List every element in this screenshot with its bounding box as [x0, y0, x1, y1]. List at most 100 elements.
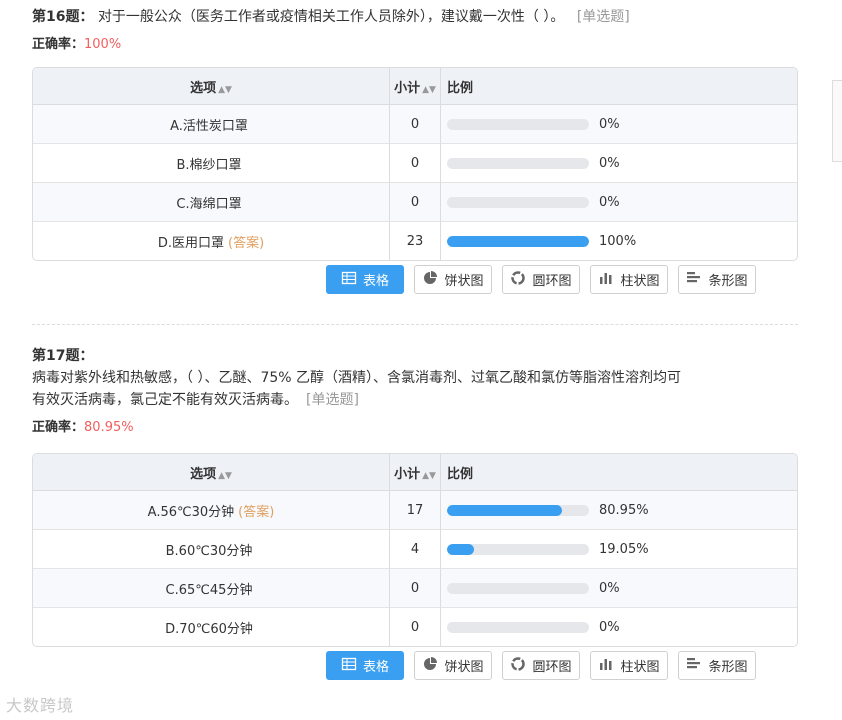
question-type-tag: [单选题]: [306, 392, 359, 408]
option-label: B.60℃30分钟: [165, 543, 253, 559]
accuracy-rate: 正确率：100%: [32, 37, 122, 52]
table-row: C.65℃45分钟 0 0%: [33, 568, 797, 607]
option-count: 23: [390, 221, 441, 260]
option-label: D.医用口罩: [157, 235, 224, 251]
horizontal-bar-icon: [686, 270, 702, 290]
table-row: B.棉纱口罩 0 0%: [33, 143, 797, 182]
view-bar-chart-button[interactable]: 柱状图: [590, 265, 668, 294]
button-label: 饼状图: [444, 274, 484, 289]
view-bar-chart-button[interactable]: 柱状图: [590, 651, 668, 680]
button-label: 柱状图: [620, 660, 660, 675]
pie-chart-icon: [422, 270, 438, 290]
option-percent: 19.05%: [599, 541, 649, 557]
view-pie-chart-button[interactable]: 饼状图: [414, 265, 492, 294]
button-label: 圆环图: [532, 660, 572, 675]
view-donut-chart-button[interactable]: 圆环图: [502, 651, 580, 680]
option-percent: 0%: [599, 580, 620, 596]
answer-mark: (答案): [238, 504, 275, 520]
option-label: B.棉纱口罩: [176, 157, 242, 173]
table-row: D.医用口罩 (答案) 23 100%: [33, 221, 797, 260]
option-label: C.65℃45分钟: [165, 582, 253, 598]
progress-fill: [447, 235, 589, 247]
header-ratio: 比例: [441, 454, 797, 491]
option-count: 0: [390, 143, 441, 182]
table-row: B.60℃30分钟 4 19.05%: [33, 529, 797, 568]
table-row: A.56℃30分钟 (答案) 17 80.95%: [33, 491, 797, 529]
header-option[interactable]: 选项 ▲▼: [33, 454, 390, 491]
donut-chart-icon: [510, 270, 526, 290]
header-ratio: 比例: [441, 68, 797, 105]
view-table-button[interactable]: 表格: [326, 265, 404, 294]
accuracy-value: 80.95%: [84, 420, 134, 435]
result-table-16: 选项 ▲▼ 小计 ▲▼ 比例 A.活性炭口罩 0 0% B.棉纱口罩 0 0% C.…: [32, 67, 798, 261]
button-label: 条形图: [708, 660, 748, 675]
question-type-tag: [单选题]: [576, 9, 630, 25]
question-number: 第16题：: [32, 9, 94, 25]
option-percent: 0%: [599, 155, 620, 171]
option-label: A.56℃30分钟: [147, 504, 235, 520]
bar-chart-icon: [598, 656, 614, 676]
progress-bar: [447, 196, 589, 208]
header-option[interactable]: 选项 ▲▼: [33, 68, 390, 105]
button-label: 表格: [362, 660, 389, 675]
question-17: 第17题： 病毒对紫外线和热敏感，（ ）、乙醚、75% 乙醇（酒精）、含氯消毒剂…: [32, 345, 798, 435]
accuracy-value: 100%: [84, 37, 122, 52]
button-label: 圆环图: [532, 274, 572, 289]
view-table-button[interactable]: 表格: [326, 651, 404, 680]
question-number: 第17题：: [32, 348, 94, 364]
table-row: A.活性炭口罩 0 0%: [33, 105, 797, 143]
option-percent: 100%: [599, 233, 637, 249]
button-label: 表格: [362, 274, 389, 289]
option-count: 4: [390, 529, 441, 568]
donut-chart-icon: [510, 656, 526, 676]
option-label: D.70℃60分钟: [165, 621, 253, 637]
table-icon: [341, 656, 357, 676]
option-percent: 80.95%: [599, 502, 649, 518]
question-text: 病毒对紫外线和热敏感，（ ）、乙醚、75% 乙醇（酒精）、含氯消毒剂、过氧乙酸和…: [32, 370, 682, 386]
question-text: 对于一般公众（医务工作者或疫情相关工作人员除外），建议戴一次性（ ）。: [97, 9, 565, 25]
option-percent: 0%: [599, 194, 620, 210]
view-switcher-16: 表格 饼状图 圆环图 柱状图 条形图: [326, 265, 766, 294]
option-count: 0: [390, 105, 441, 143]
view-donut-chart-button[interactable]: 圆环图: [502, 265, 580, 294]
bar-chart-icon: [598, 270, 614, 290]
progress-bar: [447, 621, 589, 633]
button-label: 条形图: [708, 274, 748, 289]
option-percent: 0%: [599, 116, 620, 132]
table-row: D.70℃60分钟 0 0%: [33, 607, 797, 646]
progress-bar: [447, 157, 589, 169]
header-count[interactable]: 小计 ▲▼: [390, 454, 441, 491]
horizontal-bar-icon: [686, 656, 702, 676]
pie-chart-icon: [422, 656, 438, 676]
progress-bar: [447, 235, 589, 247]
sort-icon[interactable]: ▲▼: [218, 471, 232, 481]
option-count: 17: [390, 491, 441, 529]
table-row: C.海绵口罩 0 0%: [33, 182, 797, 221]
watermark: 大数跨境: [6, 696, 75, 715]
option-label: A.活性炭口罩: [170, 118, 248, 134]
question-16: 第16题： 对于一般公众（医务工作者或疫情相关工作人员除外），建议戴一次性（ ）…: [32, 6, 798, 52]
accuracy-rate: 正确率：80.95%: [32, 420, 134, 435]
progress-fill: [447, 504, 562, 516]
view-horizontal-bar-button[interactable]: 条形图: [678, 651, 756, 680]
view-switcher-17: 表格 饼状图 圆环图 柱状图 条形图: [326, 651, 766, 680]
side-panel-tab[interactable]: [832, 80, 842, 162]
divider: [32, 324, 798, 325]
option-label: C.海绵口罩: [176, 196, 242, 212]
table-icon: [341, 270, 357, 290]
option-count: 0: [390, 607, 441, 646]
progress-bar: [447, 504, 589, 516]
progress-bar: [447, 543, 589, 555]
progress-bar: [447, 118, 589, 130]
view-horizontal-bar-button[interactable]: 条形图: [678, 265, 756, 294]
header-count[interactable]: 小计 ▲▼: [390, 68, 441, 105]
sort-icon[interactable]: ▲▼: [218, 85, 232, 95]
sort-icon[interactable]: ▲▼: [422, 471, 436, 481]
progress-bar: [447, 582, 589, 594]
question-title: 第16题： 对于一般公众（医务工作者或疫情相关工作人员除外），建议戴一次性（ ）…: [32, 6, 798, 28]
question-text-line2: 有效灭活病毒，氯己定不能有效灭活病毒。: [32, 392, 298, 408]
result-table-17: 选项 ▲▼ 小计 ▲▼ 比例 A.56℃30分钟 (答案) 17 80.95% B.6…: [32, 453, 798, 647]
sort-icon[interactable]: ▲▼: [422, 85, 436, 95]
view-pie-chart-button[interactable]: 饼状图: [414, 651, 492, 680]
option-count: 0: [390, 568, 441, 607]
